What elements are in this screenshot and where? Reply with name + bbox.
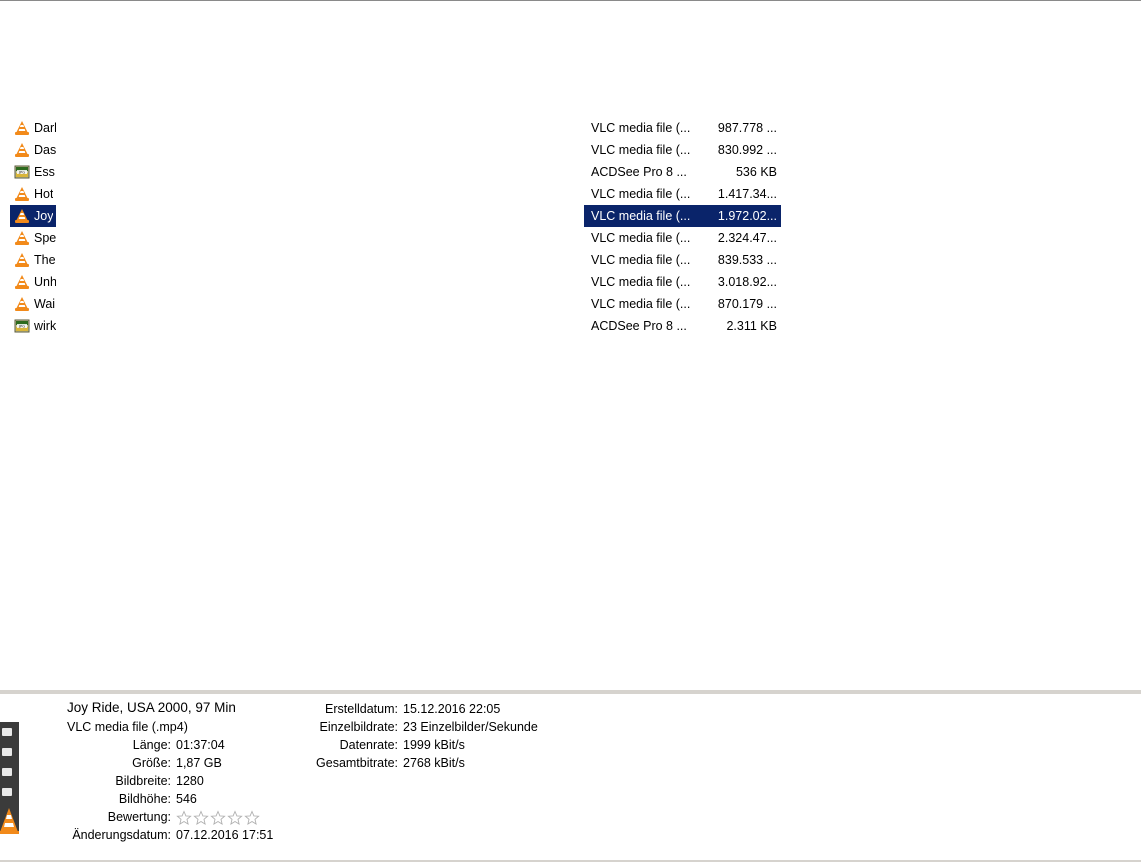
property-label: Datenrate: — [339, 738, 398, 752]
file-name: Wai — [34, 297, 56, 311]
vlc-icon — [15, 275, 29, 289]
file-row[interactable]: Unh VLC media file (... 3.018.92... — [0, 271, 1141, 293]
file-size: 870.179 ... — [717, 297, 777, 311]
file-size: 2.311 KB — [726, 319, 777, 333]
file-name: Joy — [34, 209, 54, 223]
star-icon[interactable] — [176, 810, 192, 826]
file-name: Unh — [34, 275, 56, 289]
file-name: The — [34, 253, 56, 267]
property-value[interactable]: 23 Einzelbilder/Sekunde — [403, 720, 538, 734]
file-name: Ess — [34, 165, 55, 179]
rating-stars[interactable] — [176, 810, 260, 826]
file-size: 987.778 ... — [717, 121, 777, 135]
file-name-cell[interactable]: Wai — [10, 293, 56, 315]
property-label: Bildbreite: — [115, 774, 171, 788]
file-size: 2.324.47... — [717, 231, 777, 245]
property-label: Bildhöhe: — [118, 792, 171, 806]
file-name-cell[interactable]: Darl — [10, 117, 56, 139]
file-name: Spe — [34, 231, 56, 245]
file-name-cell[interactable]: Joy — [10, 205, 56, 227]
file-type-size-cell[interactable]: ACDSee Pro 8 ... 536 KB — [584, 161, 781, 183]
window-top-border — [0, 0, 1141, 1]
file-name: wirk — [34, 319, 56, 333]
file-type-size-cell[interactable]: VLC media file (... 830.992 ... — [584, 139, 781, 161]
file-type: VLC media file (... — [591, 187, 691, 201]
file-row[interactable]: Spe VLC media file (... 2.324.47... — [0, 227, 1141, 249]
file-row[interactable]: Das VLC media file (... 830.992 ... — [0, 139, 1141, 161]
file-type-size-cell[interactable]: ACDSee Pro 8 ... 2.311 KB — [584, 315, 781, 337]
property-value[interactable]: 2768 kBit/s — [403, 756, 465, 770]
star-icon[interactable] — [227, 810, 243, 826]
vlc-icon — [15, 209, 29, 223]
file-name: Das — [34, 143, 56, 157]
file-name-cell[interactable]: Unh — [10, 271, 56, 293]
property-label: Gesamtbitrate: — [316, 756, 398, 770]
property-value[interactable]: 1999 kBit/s — [403, 738, 465, 752]
file-row[interactable]: Joy VLC media file (... 1.972.02... — [0, 205, 1141, 227]
file-size: 536 KB — [735, 165, 777, 179]
vlc-icon — [15, 297, 29, 311]
property-value[interactable]: 546 — [176, 792, 197, 806]
file-name-cell[interactable]: Das — [10, 139, 56, 161]
star-icon[interactable] — [193, 810, 209, 826]
vlc-icon — [15, 231, 29, 245]
file-type-size-cell[interactable]: VLC media file (... 839.533 ... — [584, 249, 781, 271]
file-size: 1.972.02... — [717, 209, 777, 223]
svg-text:JPG: JPG — [18, 324, 25, 328]
vlc-icon — [15, 143, 29, 157]
file-name: Darl — [34, 121, 56, 135]
file-row[interactable]: JPG wirk ACDSee Pro 8 ... 2.311 KB — [0, 315, 1141, 337]
property-label: Einzelbildrate: — [319, 720, 398, 734]
file-row[interactable]: JPG Ess ACDSee Pro 8 ... 536 KB — [0, 161, 1141, 183]
file-size: 1.417.34... — [717, 187, 777, 201]
file-row[interactable]: Darl VLC media file (... 987.778 ... — [0, 117, 1141, 139]
file-type: ACDSee Pro 8 ... — [591, 165, 687, 179]
file-row[interactable]: Wai VLC media file (... 870.179 ... — [0, 293, 1141, 315]
vlc-icon — [15, 121, 29, 135]
jpg-icon: JPG — [14, 165, 30, 179]
file-type: VLC media file (... — [591, 253, 691, 267]
file-name: Hot — [34, 187, 54, 201]
file-name-cell[interactable]: Spe — [10, 227, 56, 249]
file-type: VLC media file (... — [591, 231, 691, 245]
property-label: Bewertung: — [107, 810, 171, 824]
property-value[interactable]: 1280 — [176, 774, 204, 788]
file-type: VLC media file (... — [591, 143, 691, 157]
star-icon[interactable] — [210, 810, 226, 826]
svg-text:JPG: JPG — [18, 170, 25, 174]
file-type: VLC media file (... — [591, 209, 691, 223]
vlc-icon — [15, 187, 29, 201]
file-name-cell[interactable]: Hot — [10, 183, 56, 205]
jpg-icon: JPG — [14, 319, 30, 333]
file-type: VLC media file (... — [591, 121, 691, 135]
property-label: Änderungsdatum: — [72, 828, 171, 842]
property-value[interactable]: 07.12.2016 17:51 — [176, 828, 273, 842]
file-row[interactable]: Hot VLC media file (... 1.417.34... — [0, 183, 1141, 205]
file-type-size-cell[interactable]: VLC media file (... 3.018.92... — [584, 271, 781, 293]
file-type: VLC media file (... — [591, 297, 691, 311]
file-type-size-cell[interactable]: VLC media file (... 2.324.47... — [584, 227, 781, 249]
vlc-icon — [15, 253, 29, 267]
file-name-cell[interactable]: JPG Ess — [10, 161, 56, 183]
file-type: VLC media file (... — [591, 275, 691, 289]
details-pane: Joy Ride, USA 2000, 97 Min VLC media fil… — [0, 690, 1141, 862]
file-type-size-cell[interactable]: VLC media file (... 1.417.34... — [584, 183, 781, 205]
file-size: 830.992 ... — [717, 143, 777, 157]
file-name-cell[interactable]: The — [10, 249, 56, 271]
star-icon[interactable] — [244, 810, 260, 826]
file-list[interactable]: Darl VLC media file (... 987.778 ... Das VLC… — [0, 117, 1141, 347]
property-rating: Bewertung: — [0, 810, 300, 828]
file-type: ACDSee Pro 8 ... — [591, 319, 687, 333]
property-label: Erstelldatum: — [325, 702, 398, 716]
file-name-cell[interactable]: JPG wirk — [10, 315, 56, 337]
property-value[interactable]: 15.12.2016 22:05 — [403, 702, 500, 716]
file-row[interactable]: The VLC media file (... 839.533 ... — [0, 249, 1141, 271]
file-size: 839.533 ... — [717, 253, 777, 267]
file-type-size-cell[interactable]: VLC media file (... 870.179 ... — [584, 293, 781, 315]
file-type-size-cell[interactable]: VLC media file (... 987.778 ... — [584, 117, 781, 139]
file-type-size-cell[interactable]: VLC media file (... 1.972.02... — [584, 205, 781, 227]
file-size: 3.018.92... — [717, 275, 777, 289]
